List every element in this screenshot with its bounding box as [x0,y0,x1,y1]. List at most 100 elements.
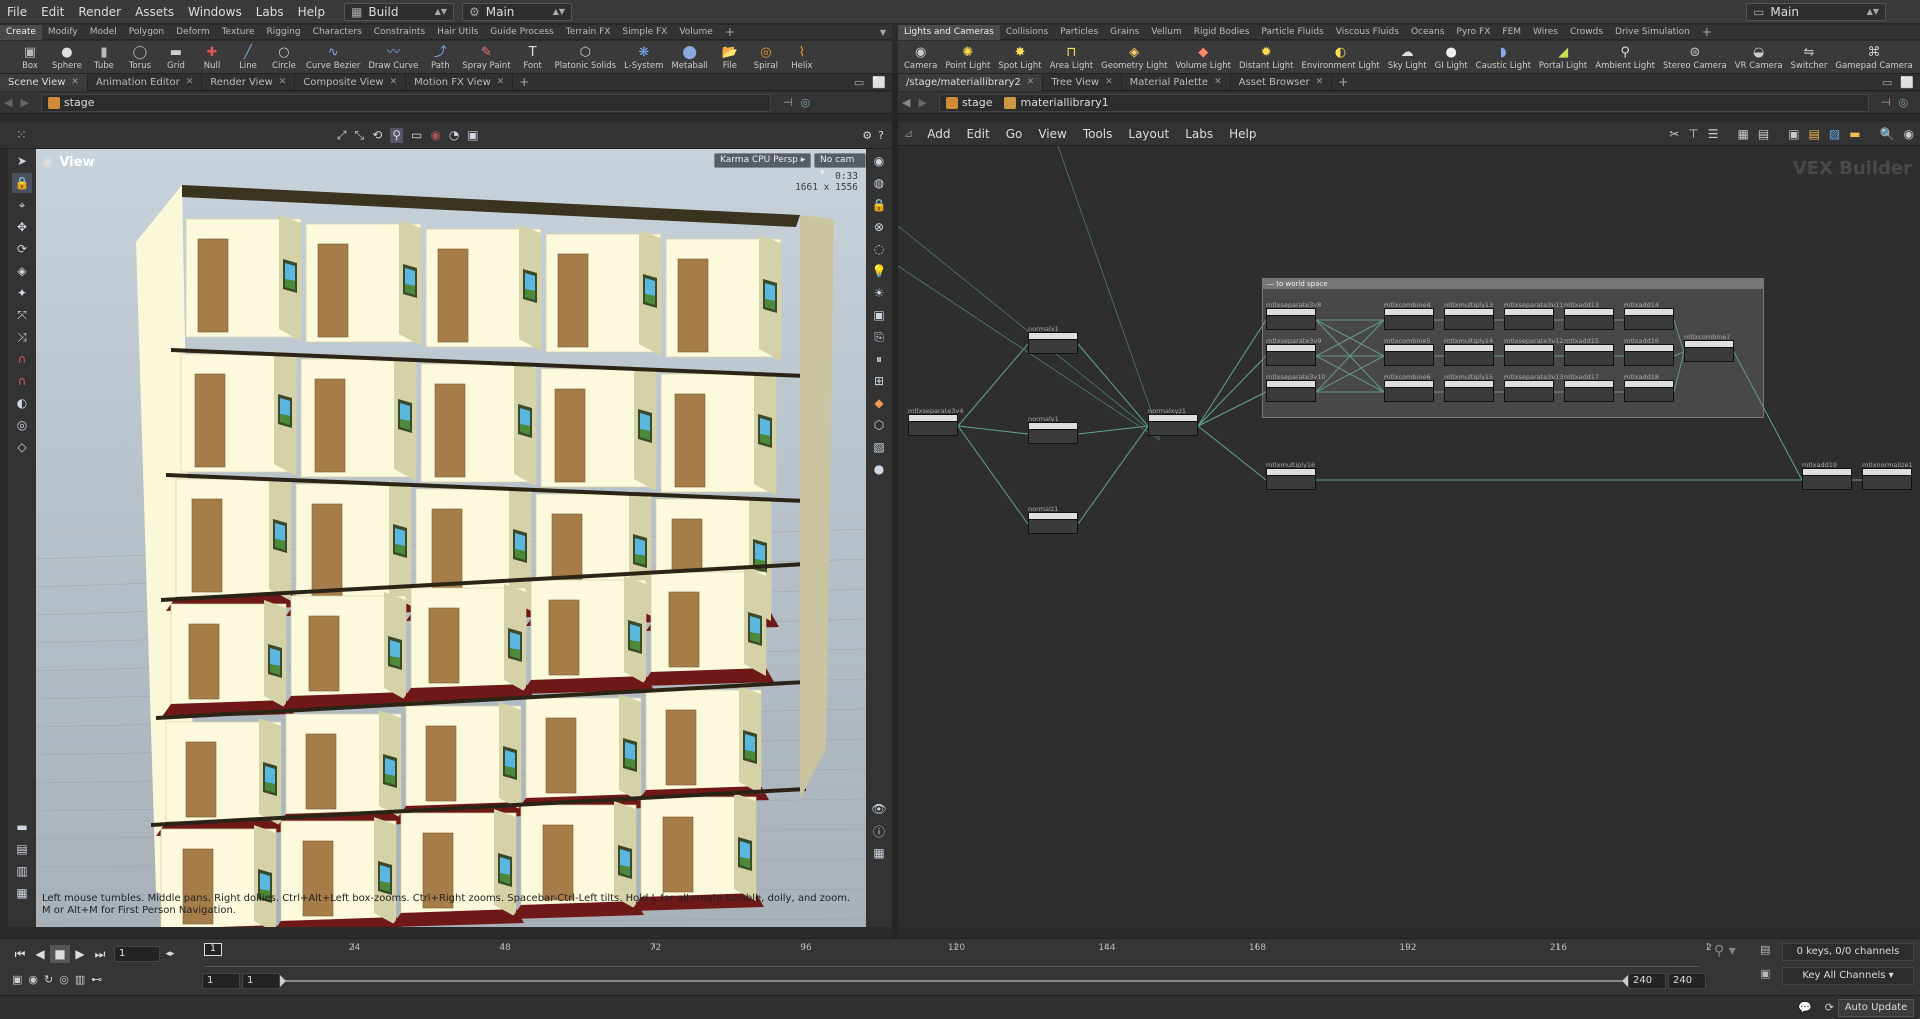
network-node[interactable]: mtlxcombine4 [1384,301,1434,330]
network-node[interactable]: normalz1 [1028,505,1078,534]
close-display-icon[interactable]: ⊗ [869,217,889,237]
network-node[interactable]: mtlxseparate3v9 [1266,337,1321,366]
ghost-icon[interactable]: ◌ [869,239,889,259]
camera-menu[interactable]: No cam ▾ [814,153,866,178]
pane-split-icon[interactable]: ▭ [854,76,864,89]
lock-icon[interactable]: 🔒 [12,173,32,193]
shelf-tab-viscous-fluids[interactable]: Viscous Fluids [1330,25,1405,40]
network-node[interactable]: mtlxmultiply14 [1444,337,1494,366]
tool-helix[interactable]: ⌇ Helix [784,41,820,71]
context-dropdown[interactable]: ⚙ Main ▲▼ [462,2,572,21]
snap-multi-icon[interactable]: ▭ [411,128,422,143]
shelf-tab-rigging[interactable]: Rigging [261,25,307,40]
jump-end-icon[interactable]: ⏭ [90,945,110,963]
jump-start-icon[interactable]: ⏮ [10,945,30,963]
node-wire[interactable] [1077,343,1149,427]
lightbulb-icon[interactable]: 💡 [869,261,889,281]
right-desktop-dropdown[interactable]: ▭ Main ▲▼ [1746,2,1886,21]
record-icon[interactable]: ◉ [430,128,440,143]
net-menu-help[interactable]: Help [1221,127,1264,141]
network-editor[interactable]: VEX Builder — to world space mtlxseparat… [898,146,1920,927]
key-all-channels-menu[interactable]: Key All Channels ▾ [1782,967,1914,985]
tool-sky-light[interactable]: ☁ Sky Light [1384,41,1431,71]
camera-lock-icon[interactable]: ◔ [449,128,459,143]
shelf-tab-polygon[interactable]: Polygon [123,25,170,40]
playback-start-field[interactable]: 1 [242,973,280,989]
chat-icon[interactable]: 💬 [1798,1001,1812,1014]
tool-spot-light[interactable]: ✸ Spot Light [994,41,1045,71]
pose-icon[interactable]: ◈ [12,261,32,281]
tree-layout-icon[interactable]: ⊤ [1688,127,1698,141]
node-wire[interactable] [1077,425,1149,525]
viewport-gear-icon[interactable]: ⚙ [862,129,872,142]
pane-tab-render-view[interactable]: Render View ✕ [202,73,296,91]
pane-tab-scene-view[interactable]: Scene View ✕ [0,73,88,91]
menu-assets[interactable]: Assets [128,5,181,19]
shelf-tab-texture[interactable]: Texture [216,25,261,40]
shelf-menu-icon[interactable]: ▼ [880,28,886,37]
tool-switcher[interactable]: ⇋ Switcher [1787,41,1832,71]
shelf-tab-model[interactable]: Model [84,25,123,40]
pane-split-icon[interactable]: ▭ [1882,76,1892,89]
shelf-tab-volume[interactable]: Volume [673,25,718,40]
pause-icon[interactable]: ⏸ [869,349,889,369]
node-wire[interactable] [957,425,1029,525]
network-node[interactable]: mtlxseparate3v12 [1504,337,1563,366]
network-node[interactable]: mtlxadd19 [1802,461,1852,490]
tool-metaball[interactable]: ⬤ Metaball [667,41,711,71]
add-pane-tab-icon[interactable]: + [1338,75,1348,89]
grid-view-icon[interactable]: ▦ [1738,127,1749,141]
tool-platonic-solids[interactable]: ⬡ Platonic Solids [551,41,621,71]
select-arrow-icon[interactable]: ➤ [12,151,32,171]
tool-caustic-light[interactable]: ◗ Caustic Light [1472,41,1535,71]
shelf-tab-crowds[interactable]: Crowds [1564,25,1609,40]
keyframe-icon[interactable]: ▣ [12,973,22,986]
tool-sphere[interactable]: ● Sphere [48,41,86,71]
edit-handle-icon[interactable]: ⤨ [12,327,32,347]
network-node[interactable]: mtlxadd14 [1624,301,1674,330]
playback-end-field[interactable]: 240 [1668,973,1706,989]
stop-icon[interactable]: ■ [50,945,70,963]
tool-file[interactable]: 📂 File [712,41,748,71]
menu-edit[interactable]: Edit [34,5,71,19]
menu-file[interactable]: File [0,5,34,19]
shelf-tab-fem[interactable]: FEM [1496,25,1527,40]
path-field[interactable]: stage [40,93,771,112]
shelf-tab-lights-and-cameras[interactable]: Lights and Cameras [898,24,1000,40]
render-icon[interactable]: ⊞ [869,371,889,391]
network-node[interactable]: mtlxadd13 [1564,301,1614,330]
tool-circle[interactable]: ○ Circle [266,41,302,71]
lock-camera-icon[interactable]: 🔒 [869,195,889,215]
eye-icon[interactable]: ◉ [1904,127,1914,141]
tool-torus[interactable]: ◯ Torus [122,41,158,71]
tool-volume-light[interactable]: ◆ Volume Light [1171,41,1235,71]
wrench-icon[interactable]: ✂ [1669,127,1679,141]
node-wire[interactable] [957,343,1029,427]
sphere-preview-icon[interactable]: ● [869,459,889,479]
magnifier-icon[interactable]: ⚲ ▾ [1714,943,1754,967]
tool-camera[interactable]: ◉ Camera [900,41,941,71]
eye-icon[interactable]: 👁 [869,799,889,819]
close-icon[interactable]: ✕ [279,74,287,91]
rotate-handle-icon[interactable]: ⟳ [12,239,32,259]
shelf-tab-particles[interactable]: Particles [1054,25,1104,40]
search-icon[interactable]: 🔍 [1880,127,1895,141]
shelf-tab-rigid-bodies[interactable]: Rigid Bodies [1188,25,1256,40]
network-node[interactable]: mtlxseparate3v10 [1266,373,1325,402]
color-icon[interactable]: ◆ [869,393,889,413]
network-node[interactable]: mtlxcombine7 [1684,333,1734,362]
snapshot-icon[interactable]: ⎘ [869,327,889,347]
shelf-tab-hair-utils[interactable]: Hair Utils [431,25,484,40]
network-node[interactable]: mtlxseparate3v4 [908,407,963,436]
tool-null[interactable]: ✚ Null [194,41,230,71]
node-wire[interactable] [1197,391,1267,427]
scene-viewport[interactable]: ◉ View Karma CPU Persp ▸ No cam ▾ 0:33 166… [36,149,866,927]
snap-point-icon[interactable]: ⚲ [390,127,403,143]
shelf-tab-grains[interactable]: Grains [1104,25,1145,40]
layers-icon[interactable]: ▦ [12,883,32,903]
tool-box[interactable]: ▣ Box [12,41,48,71]
tool-path[interactable]: ⤴ Path [422,41,458,71]
network-node[interactable]: normaly1 [1028,415,1078,444]
tool-portal-light[interactable]: ◢ Portal Light [1535,41,1591,71]
tool-ambient-light[interactable]: ⚲ Ambient Light [1591,41,1659,71]
